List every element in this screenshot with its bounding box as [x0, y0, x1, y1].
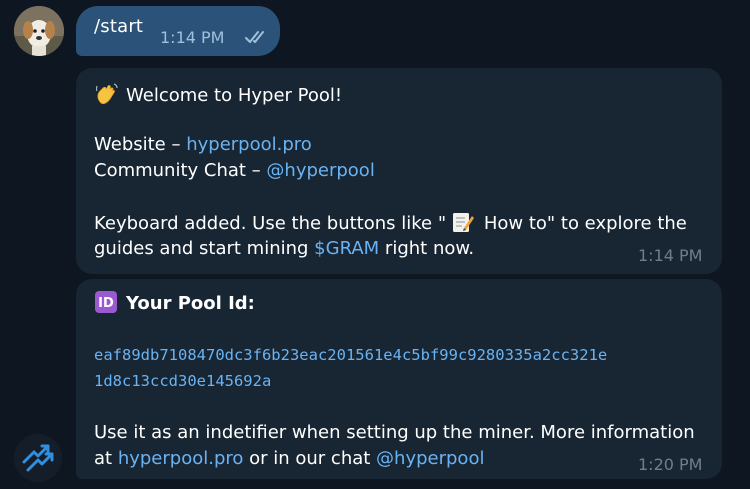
pool-id-value-line2[interactable]: 1d8c13ccd30e145692a	[94, 368, 271, 394]
community-line: Community Chat – @hyperpool	[94, 158, 375, 184]
website-link[interactable]: hyperpool.pro	[186, 134, 312, 155]
bot-avatar[interactable]	[14, 434, 62, 482]
user-avatar[interactable]	[14, 6, 64, 56]
id-button-icon: ID	[95, 291, 117, 313]
message-time: 1:14 PM	[638, 246, 703, 265]
outgoing-message-text: /start	[94, 16, 144, 37]
info-at-text: at	[94, 448, 118, 469]
gram-hashtag-link[interactable]: $GRAM	[314, 238, 379, 259]
info-mid-text: or in our chat	[243, 448, 377, 469]
community-chat-link[interactable]: @hyperpool	[376, 448, 484, 469]
info-line1: Use it as an indetifier when setting up …	[94, 422, 695, 443]
website-link[interactable]: hyperpool.pro	[118, 448, 244, 469]
pool-id-title-line: ID Your Pool Id:	[94, 290, 255, 317]
waving-hand-icon	[95, 83, 118, 105]
dog-avatar-icon	[14, 6, 64, 56]
guides-line: guides and start mining $GRAM right now.	[94, 236, 474, 262]
svg-text:ID: ID	[98, 296, 114, 311]
guides-text-part2: right now.	[379, 238, 475, 259]
welcome-text: Welcome to Hyper Pool!	[126, 85, 343, 106]
pool-id-title: Your Pool Id:	[126, 293, 255, 314]
keyboard-line: Keyboard added. Use the buttons like " H…	[94, 210, 687, 237]
guides-text-part1: guides and start mining	[94, 238, 315, 259]
info-line2: at hyperpool.pro or in our chat @hyperpo…	[94, 446, 484, 472]
website-label: Website –	[94, 134, 187, 155]
website-line: Website – hyperpool.pro	[94, 132, 312, 158]
keyboard-text-part1: Keyboard added. Use the buttons like "	[94, 213, 447, 234]
pool-id-value-line1[interactable]: eaf89db7108470dc3f6b23eac201561e4c5bf99c…	[94, 342, 607, 368]
keyboard-text-part2: How to" to explore the	[478, 213, 687, 234]
welcome-line: Welcome to Hyper Pool!	[94, 81, 342, 109]
community-label: Community Chat –	[94, 160, 267, 181]
outgoing-message-time: 1:14 PM	[160, 28, 225, 47]
message-time: 1:20 PM	[638, 455, 703, 474]
double-check-icon	[245, 31, 264, 43]
community-chat-link[interactable]: @hyperpool	[266, 160, 374, 181]
memo-icon	[453, 213, 475, 232]
hyper-pool-logo-icon	[14, 434, 62, 482]
